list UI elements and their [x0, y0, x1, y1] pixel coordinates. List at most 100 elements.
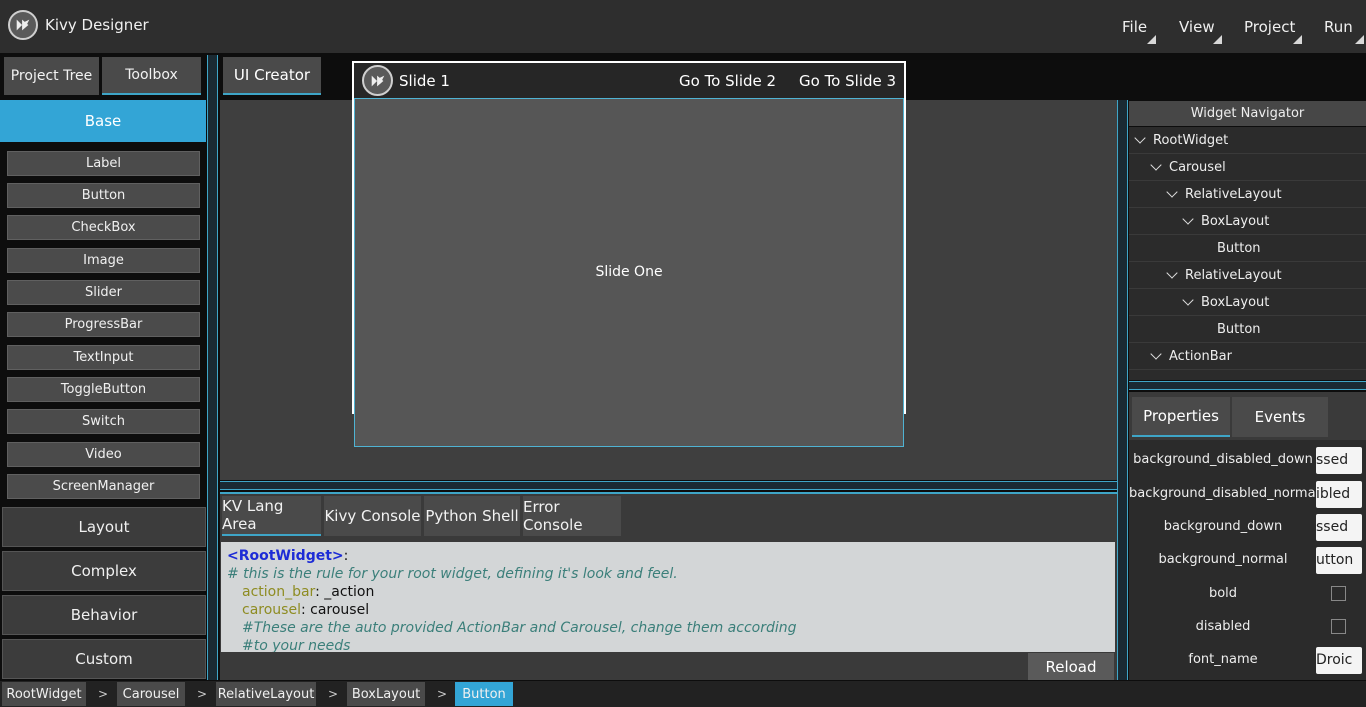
property-value-input[interactable]: ssed	[1316, 514, 1362, 541]
chevron-down-icon[interactable]	[1182, 213, 1194, 225]
widget-textinput[interactable]: TextInput	[7, 345, 200, 370]
tree-node[interactable]: BoxLayout	[1129, 289, 1366, 316]
category-behavior[interactable]: Behavior	[2, 595, 206, 635]
menu-run[interactable]: Run	[1324, 18, 1353, 36]
tree-node-label: ActionBar	[1169, 348, 1232, 364]
go-to-slide-2-button[interactable]: Go To Slide 2	[679, 72, 776, 90]
tree-node[interactable]: Button	[1129, 235, 1366, 262]
property-label: background_normal	[1158, 552, 1288, 567]
code-rule-tag: <RootWidget>	[227, 548, 344, 564]
tab-project-tree[interactable]: Project Tree	[4, 57, 99, 95]
property-value-input[interactable]: Droic	[1316, 647, 1362, 674]
kivy-logo-icon	[8, 10, 38, 40]
category-layout[interactable]: Layout	[2, 507, 206, 547]
code-comment: #These are the auto provided ActionBar a…	[242, 620, 797, 636]
dropdown-corner-icon	[1213, 35, 1222, 44]
breadcrumb-item[interactable]: RelativeLayout	[216, 682, 316, 706]
widget-checkbox[interactable]: CheckBox	[7, 215, 200, 240]
tree-node-label: Button	[1217, 321, 1261, 337]
widget-screenmanager[interactable]: ScreenManager	[7, 474, 200, 499]
tab-kv-lang-area[interactable]: KV Lang Area	[222, 496, 321, 536]
tab-python-shell[interactable]: Python Shell	[424, 496, 520, 536]
property-label: disabled	[1195, 619, 1251, 634]
property-value-input[interactable]: ibled	[1316, 481, 1362, 508]
property-row: background_normal utton	[1129, 543, 1366, 576]
breadcrumb-separator: >	[98, 687, 109, 701]
tree-node[interactable]: ActionBar	[1129, 343, 1366, 370]
property-row: font_name Droic	[1129, 643, 1366, 676]
widget-image[interactable]: Image	[7, 248, 200, 273]
breadcrumb-separator: >	[197, 687, 208, 701]
tree-node-label: RelativeLayout	[1185, 267, 1282, 283]
right-splitter[interactable]	[1117, 100, 1128, 680]
properties-list: background_disabled_down ssed background_…	[1129, 440, 1366, 680]
app-title: Kivy Designer	[45, 16, 149, 34]
category-complex[interactable]: Complex	[2, 551, 206, 591]
title-bar	[0, 0, 1366, 53]
chevron-down-icon[interactable]	[1182, 294, 1194, 306]
code-text: :	[343, 548, 349, 564]
breadcrumb-item[interactable]: RootWidget	[2, 682, 86, 706]
widget-togglebutton[interactable]: ToggleButton	[7, 377, 200, 402]
menu-view[interactable]: View	[1179, 18, 1215, 36]
property-label: background_down	[1163, 519, 1283, 534]
disabled-checkbox[interactable]	[1331, 619, 1346, 634]
property-value-input[interactable]: ssed	[1316, 447, 1362, 474]
property-row: background_down ssed	[1129, 510, 1366, 543]
menu-project[interactable]: Project	[1244, 18, 1295, 36]
widget-button[interactable]: Button	[7, 183, 200, 208]
tree-node[interactable]: RootWidget	[1129, 127, 1366, 154]
tree-node[interactable]: RelativeLayout	[1129, 181, 1366, 208]
kv-code-editor[interactable]: <RootWidget>: # this is the rule for you…	[221, 542, 1115, 652]
tab-error-console[interactable]: Error Console	[523, 496, 621, 536]
tab-toolbox[interactable]: Toolbox	[102, 57, 201, 95]
left-splitter[interactable]	[207, 55, 218, 680]
widget-label[interactable]: Label	[7, 151, 200, 176]
bottom-splitter[interactable]	[220, 481, 1117, 490]
breadcrumb-separator: >	[437, 687, 448, 701]
tree-node-label: RootWidget	[1153, 132, 1229, 148]
bold-checkbox[interactable]	[1331, 586, 1346, 601]
tab-ui-creator[interactable]: UI Creator	[223, 57, 321, 95]
tree-node-label: RelativeLayout	[1185, 186, 1282, 202]
property-row: bold	[1129, 577, 1366, 610]
property-label: font_name	[1188, 652, 1258, 667]
breadcrumb-item[interactable]: Carousel	[117, 682, 185, 706]
code-key: carousel	[242, 602, 301, 618]
reload-button[interactable]: Reload	[1028, 653, 1114, 680]
go-to-slide-3-button[interactable]: Go To Slide 3	[799, 72, 896, 90]
breadcrumb-item-active[interactable]: Button	[455, 682, 513, 706]
property-row: background_disabled_down ssed	[1129, 443, 1366, 476]
menu-file[interactable]: File	[1122, 18, 1147, 36]
chevron-down-icon[interactable]	[1150, 159, 1162, 171]
slide-label: Slide One	[595, 264, 663, 280]
widget-switch[interactable]: Switch	[7, 409, 200, 434]
kivy-logo-icon	[362, 65, 393, 96]
property-value-input[interactable]: utton	[1316, 547, 1362, 574]
tree-node[interactable]: BoxLayout	[1129, 208, 1366, 235]
breadcrumb-separator: >	[328, 687, 339, 701]
dropdown-corner-icon	[1293, 35, 1302, 44]
widget-navigator-tree[interactable]: RootWidget Carousel RelativeLayout BoxLa…	[1129, 127, 1366, 380]
tree-node-label: BoxLayout	[1201, 294, 1270, 310]
tab-properties[interactable]: Properties	[1132, 397, 1230, 437]
widget-progressbar[interactable]: ProgressBar	[7, 312, 200, 337]
tree-node[interactable]: Carousel	[1129, 154, 1366, 181]
category-custom[interactable]: Custom	[2, 639, 206, 679]
dropdown-corner-icon	[1147, 35, 1156, 44]
navigator-splitter[interactable]	[1129, 381, 1366, 390]
tree-node[interactable]: Button	[1129, 316, 1366, 343]
code-text: : _action	[315, 584, 375, 600]
tree-node[interactable]: RelativeLayout	[1129, 262, 1366, 289]
chevron-down-icon[interactable]	[1166, 186, 1178, 198]
category-base[interactable]: Base	[0, 100, 206, 142]
breadcrumb-item[interactable]: BoxLayout	[347, 682, 425, 706]
widget-video[interactable]: Video	[7, 442, 200, 467]
tab-kivy-console[interactable]: Kivy Console	[324, 496, 421, 536]
chevron-down-icon[interactable]	[1150, 348, 1162, 360]
chevron-down-icon[interactable]	[1134, 132, 1146, 144]
code-comment: #to your needs	[242, 638, 351, 652]
tab-events[interactable]: Events	[1232, 397, 1328, 437]
widget-slider[interactable]: Slider	[7, 280, 200, 305]
chevron-down-icon[interactable]	[1166, 267, 1178, 279]
